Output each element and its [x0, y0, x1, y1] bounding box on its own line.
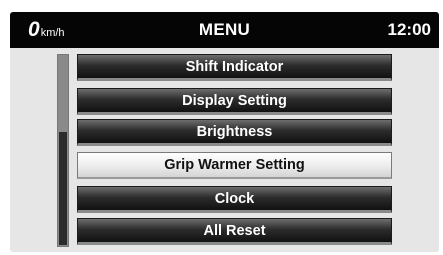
menu-item-label: Shift Indicator [185, 58, 284, 75]
menu-item-brightness[interactable]: Brightness [77, 119, 392, 146]
menu-item-label: Grip Warmer Setting [164, 157, 305, 173]
menu-item-shift-indicator[interactable]: Shift Indicator [77, 54, 392, 81]
menu-item-label: Clock [214, 190, 255, 207]
status-bar: 0 km/h MENU 12:00 [10, 12, 439, 48]
page-title: MENU [198, 20, 251, 39]
menu-item-label: Brightness [196, 123, 273, 140]
menu-item-label: All Reset [203, 222, 266, 239]
menu-item-grip-warmer-setting[interactable]: Grip Warmer Setting [77, 152, 392, 179]
scrollbar-thumb[interactable] [59, 132, 67, 245]
menu-item-all-reset[interactable]: All Reset [77, 218, 392, 245]
menu-item-display-setting[interactable]: Display Setting [77, 88, 392, 115]
menu-item-clock[interactable]: Clock [77, 186, 392, 213]
display-screen: 0 km/h MENU 12:00 Shift Indicator Displa… [10, 12, 439, 252]
menu-scrollbar[interactable] [57, 54, 69, 247]
clock-readout: 12:00 [387, 20, 431, 39]
menu-item-label: Display Setting [182, 92, 287, 109]
